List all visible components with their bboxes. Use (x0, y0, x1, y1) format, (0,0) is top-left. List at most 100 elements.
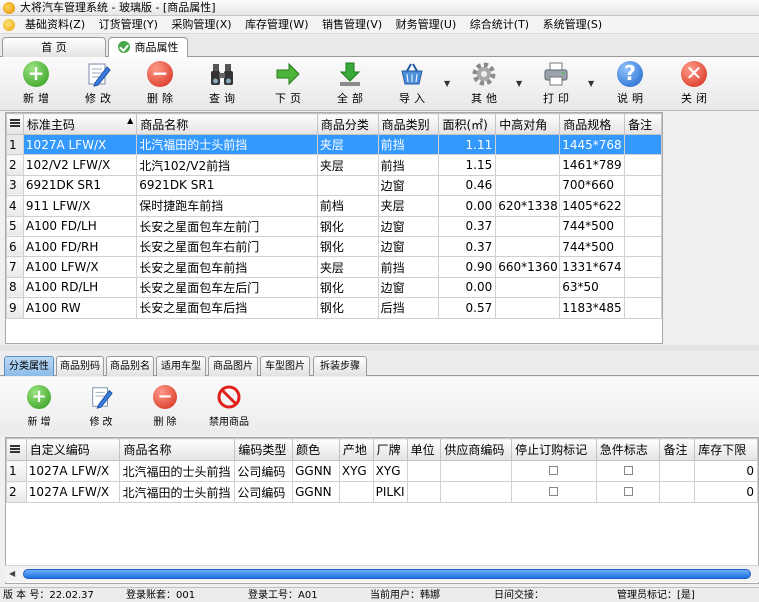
cell-name[interactable]: 保时捷跑车前挡 (136, 195, 318, 217)
cell-diag[interactable]: 620*1338 (495, 195, 561, 217)
col-color[interactable]: 颜色 (292, 438, 340, 461)
cell-cat[interactable]: 钢化 (316, 215, 379, 237)
cell-spec[interactable]: 744*500 (559, 215, 626, 237)
cell-area[interactable]: 0.90 (438, 256, 497, 278)
cell-stock-min[interactable]: 0 (694, 481, 758, 503)
row-number[interactable]: 4 (6, 195, 24, 217)
detail-add-button[interactable]: + 新增 (12, 385, 66, 428)
cell-name[interactable]: 长安之星面包车左前门 (136, 215, 318, 237)
cell-spec[interactable]: 1183*485 (559, 297, 626, 319)
cell-diag[interactable] (495, 215, 561, 237)
cell-spec[interactable]: 63*50 (559, 276, 626, 299)
row-number[interactable]: 8 (6, 276, 24, 299)
tab-model-images[interactable]: 车型图片 (260, 356, 310, 376)
col-diagonal[interactable]: 中高对角 (495, 113, 561, 135)
cell-note[interactable] (624, 215, 662, 237)
help-button[interactable]: ? 说明 (604, 61, 656, 109)
cell-spec[interactable]: 700*660 (559, 174, 626, 197)
delete-button[interactable]: − 删除 (134, 61, 186, 109)
cell-cat[interactable]: 夹层 (316, 133, 379, 156)
cell-spec[interactable]: 1331*674 (559, 256, 626, 278)
cell-note[interactable] (624, 297, 662, 319)
table-row[interactable]: 9 A100 RW 长安之星面包车后挡 钢化 后挡 0.57 1183*485 (6, 297, 662, 319)
cell-kind[interactable]: 边窗 (377, 235, 440, 258)
stop-order-checkbox[interactable] (549, 466, 559, 475)
cell-diag[interactable]: 660*1360 (495, 256, 561, 278)
print-dropdown-icon[interactable]: ▼ (588, 79, 594, 88)
cell-name[interactable]: 北汽102/V2前挡 (136, 154, 318, 176)
cell-note[interactable] (659, 460, 696, 482)
table-row[interactable]: 1 1027A LFW/X 北汽福田的士头前挡 公司编码 GGNN XYG XYG 0 (6, 460, 758, 482)
cell-origin[interactable]: XYG (338, 460, 374, 482)
other-dropdown-icon[interactable]: ▼ (516, 79, 522, 88)
edit-button[interactable]: 修改 (72, 61, 124, 109)
import-dropdown-icon[interactable]: ▼ (444, 79, 450, 88)
cell-spec[interactable]: 1405*622 (559, 195, 626, 217)
menu-basic-data[interactable]: 基础资料(Z) (20, 16, 90, 33)
cell-area[interactable]: 0.37 (438, 215, 497, 237)
col-code-type[interactable]: 编码类型 (234, 438, 294, 461)
table-row[interactable]: 6 A100 FD/RH 长安之星面包车右前门 钢化 边窗 0.37 744*500 (6, 235, 662, 258)
cell-area[interactable]: 0.00 (438, 276, 497, 299)
menu-inventory[interactable]: 库存管理(W) (240, 16, 313, 33)
cell-kind[interactable]: 前挡 (377, 133, 440, 156)
import-button[interactable]: 导入 (386, 61, 438, 109)
cell-note[interactable] (659, 481, 696, 503)
all-button[interactable]: 全部 (324, 61, 376, 109)
col-spec[interactable]: 商品规格 (559, 113, 626, 135)
table-row[interactable]: 8 A100 RD/LH 长安之星面包车左后门 钢化 边窗 0.00 63*50 (6, 276, 662, 299)
cell-note[interactable] (624, 195, 662, 217)
attr-row-selector-header[interactable] (6, 438, 27, 461)
col-urgent[interactable]: 急件标志 (595, 438, 661, 461)
row-selector-header[interactable] (6, 113, 24, 135)
col-note[interactable]: 备注 (624, 113, 662, 135)
cell-color[interactable]: GGNN (292, 460, 340, 482)
table-row[interactable]: 2 1027A LFW/X 北汽福田的士头前挡 公司编码 GGNN PILKI 0 (6, 481, 758, 503)
detail-delete-button[interactable]: − 删除 (138, 385, 192, 428)
tab-product-attributes[interactable]: 商品属性 (108, 37, 188, 58)
cell-spec[interactable]: 1445*768 (559, 133, 626, 156)
col-custom-code[interactable]: 自定义编码 (25, 438, 121, 461)
stop-order-checkbox[interactable] (549, 487, 559, 496)
cell-diag[interactable] (495, 174, 561, 197)
cell-unit[interactable] (406, 481, 442, 503)
row-number[interactable]: 3 (6, 174, 24, 197)
menu-statistics[interactable]: 综合统计(T) (465, 16, 534, 33)
table-row[interactable]: 2 102/V2 LFW/X 北汽102/V2前挡 夹层 前挡 1.15 1461*789 (6, 154, 662, 176)
cell-note[interactable] (624, 256, 662, 278)
row-number[interactable]: 2 (6, 481, 27, 503)
cell-cat[interactable]: 钢化 (316, 297, 379, 319)
scrollbar-thumb[interactable] (23, 569, 751, 579)
row-number[interactable]: 1 (6, 460, 27, 482)
menu-sales[interactable]: 销售管理(V) (317, 16, 387, 33)
menu-order[interactable]: 订货管理(Y) (94, 16, 163, 33)
cell-code[interactable]: A100 FD/RH (22, 235, 138, 258)
cell-cat[interactable]: 钢化 (316, 235, 379, 258)
row-number[interactable]: 6 (6, 235, 24, 258)
urgent-checkbox[interactable] (623, 487, 633, 496)
cell-code[interactable]: 911 LFW/X (22, 195, 138, 217)
forbid-product-button[interactable]: 禁用商品 (202, 385, 256, 428)
print-button[interactable]: 打印 (530, 61, 582, 109)
cell-area[interactable]: 0.37 (438, 235, 497, 258)
tab-product-images[interactable]: 商品图片 (208, 356, 258, 376)
cell-code[interactable]: 102/V2 LFW/X (22, 154, 138, 176)
row-number[interactable]: 9 (6, 297, 24, 319)
tab-product-alt-codes[interactable]: 商品别码 (56, 356, 104, 376)
cell-name[interactable]: 长安之星面包车后挡 (136, 297, 318, 319)
cell-code[interactable]: A100 RW (22, 297, 138, 319)
col-product-name[interactable]: 商品名称 (136, 113, 318, 135)
cell-kind[interactable]: 边窗 (377, 215, 440, 237)
cell-code[interactable]: A100 LFW/X (22, 256, 138, 278)
cell-diag[interactable] (495, 297, 561, 319)
col-standard-code[interactable]: 标准主码 ▲ (22, 113, 138, 135)
cell-name[interactable]: 长安之星面包车左后门 (136, 276, 318, 299)
col-origin[interactable]: 产地 (338, 438, 374, 461)
cell-area[interactable]: 1.11 (438, 133, 497, 156)
next-page-button[interactable]: 下页 (262, 61, 314, 109)
cell-diag[interactable] (495, 276, 561, 299)
query-button[interactable]: 查询 (196, 61, 248, 109)
col-attr-product-name[interactable]: 商品名称 (119, 438, 236, 461)
cell-unit[interactable] (406, 460, 442, 482)
table-row[interactable]: 1 1027A LFW/X 北汽福田的士头前挡 夹层 前挡 1.11 1445*768 (6, 133, 662, 156)
